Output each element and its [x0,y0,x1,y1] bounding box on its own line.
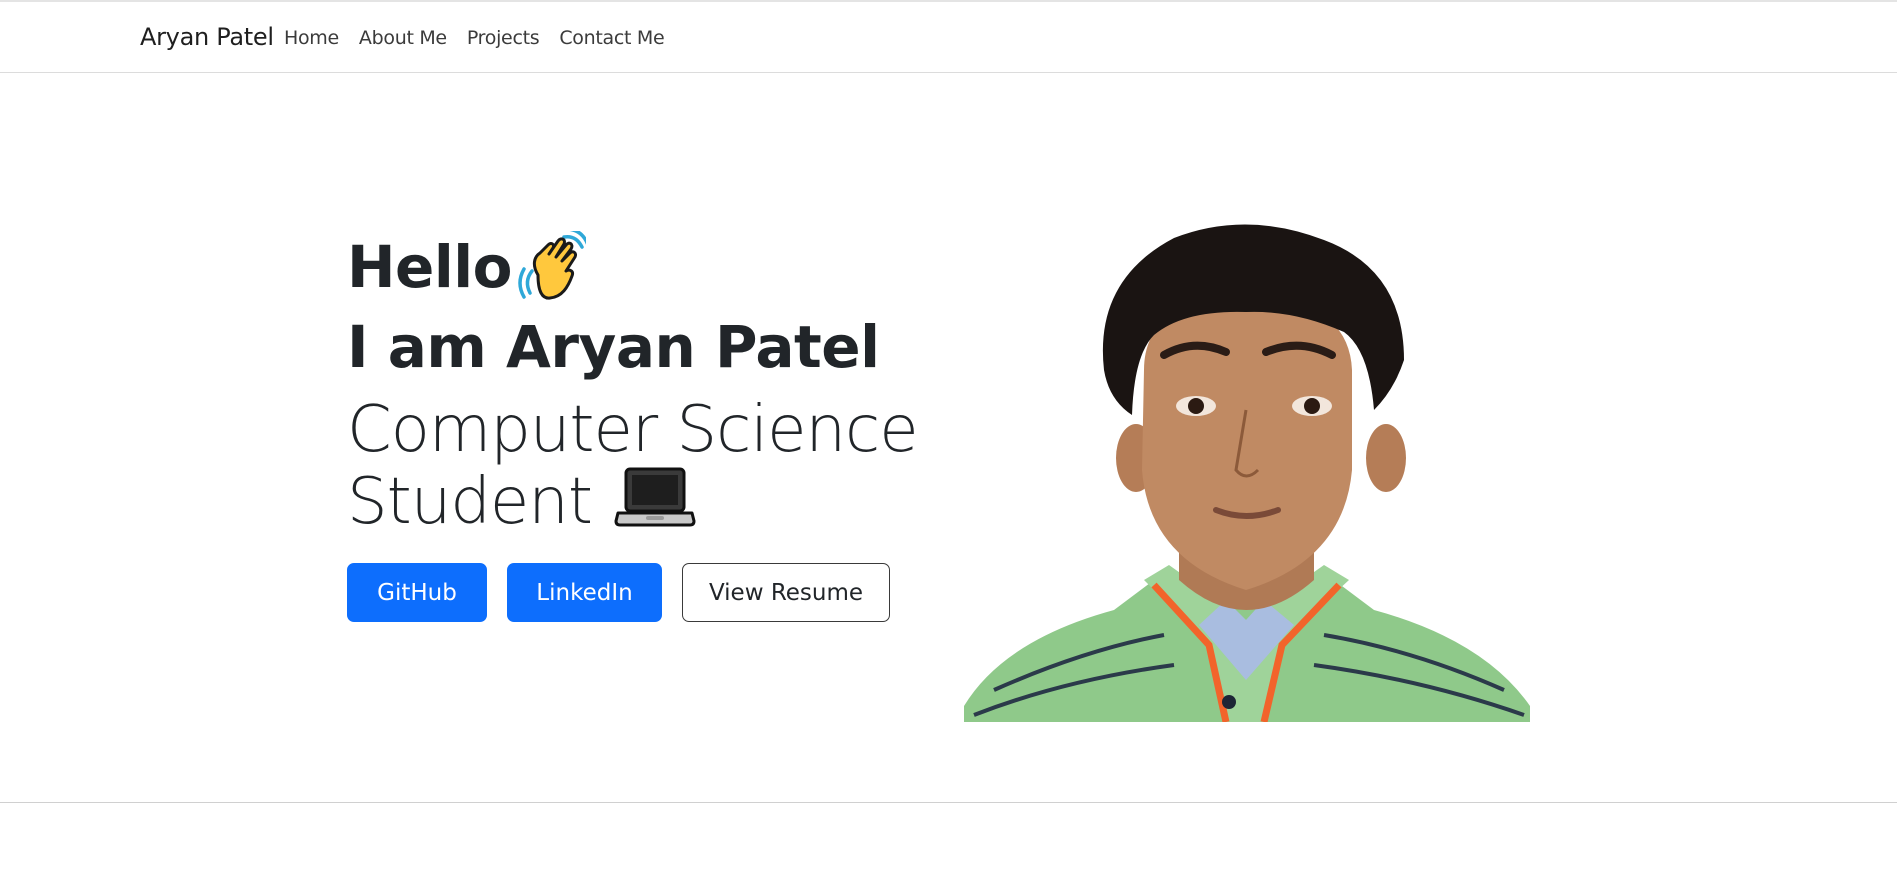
hero-greeting: Hello [347,225,947,309]
section-divider [0,802,1897,803]
role-line-1: Computer Science [347,393,919,467]
navbar: Aryan Patel Home About Me Projects Conta… [0,2,1897,73]
hero-name: I am Aryan Patel [347,313,880,381]
github-button[interactable]: GitHub [347,563,487,622]
greeting-text: Hello [347,233,513,301]
nav-link-home[interactable]: Home [284,27,339,49]
linkedin-button[interactable]: LinkedIn [507,563,662,622]
waving-hand-icon [518,227,590,303]
nav-link-contact-me[interactable]: Contact Me [559,27,664,49]
nav-links: Home About Me Projects Contact Me [284,27,665,49]
navbar-brand[interactable]: Aryan Patel [140,23,274,51]
nav-link-projects[interactable]: Projects [467,27,540,49]
nav-link-about-me[interactable]: About Me [359,27,447,49]
hero-intro: Hello I am Aryan Patel Computer Science … [347,225,947,537]
profile-photo [964,220,1530,722]
laptop-icon [614,465,696,527]
view-resume-button[interactable]: View Resume [682,563,890,622]
hero-buttons: GitHub LinkedIn View Resume [347,563,890,622]
role-line-2: Student [347,465,593,539]
hero-role: Computer Science Student [347,395,947,537]
role-line-2-wrapper: Student [347,465,947,537]
